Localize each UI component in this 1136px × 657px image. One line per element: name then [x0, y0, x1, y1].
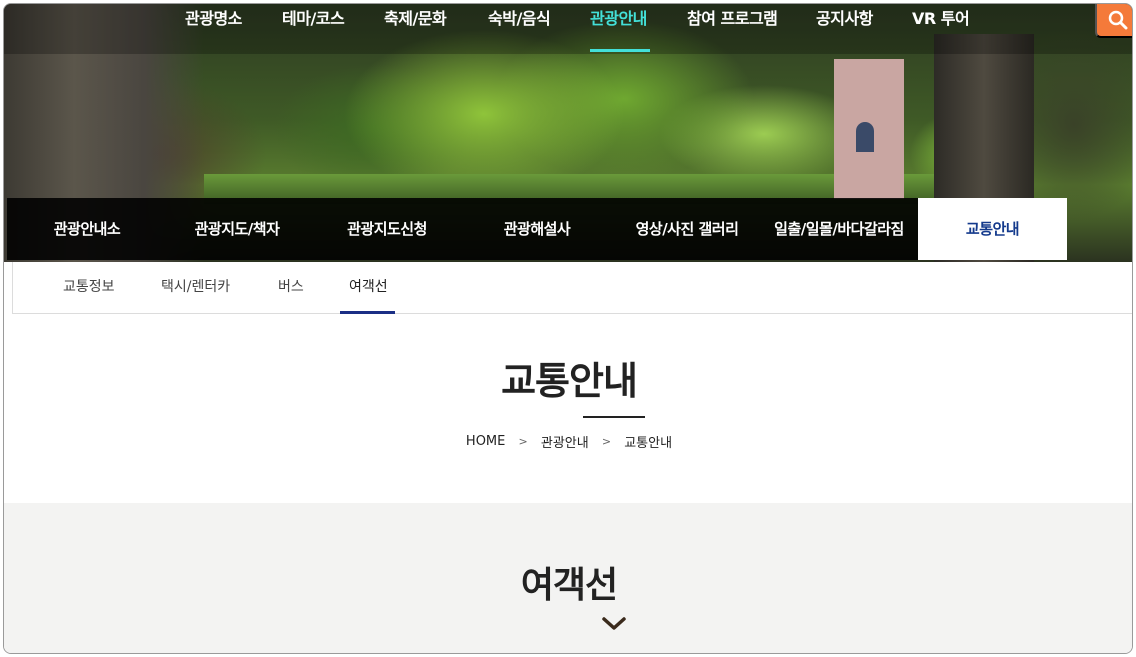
- sub-nav: 관광안내소 관광지도/책자 관광지도신청 관광해설사 영상/사진 갤러리 일출/…: [7, 198, 1067, 260]
- tab-ferry[interactable]: 여객선: [349, 262, 388, 314]
- title-divider: [583, 416, 645, 418]
- breadcrumb-tour-info[interactable]: 관광안내: [541, 432, 589, 451]
- global-nav: 관광명소 테마/코스 축제/문화 숙박/음식 관광안내 참여 프로그램 공지사항…: [4, 4, 1132, 54]
- lnb-item-sunrise[interactable]: 일출/일몰/바다갈라짐: [759, 198, 919, 260]
- tab-taxi-rental[interactable]: 택시/렌터카: [161, 262, 230, 314]
- chevron-down-icon[interactable]: [600, 615, 628, 633]
- hero-building-window: [856, 122, 874, 152]
- lnb-item-gallery[interactable]: 영상/사진 갤러리: [612, 198, 762, 260]
- lnb-item-maps[interactable]: 관광지도/책자: [162, 198, 312, 260]
- gnb-item-festivals[interactable]: 축제/문화: [384, 7, 447, 31]
- section-title: 여객선: [520, 565, 618, 606]
- gnb-item-tour-info[interactable]: 관광안내: [590, 7, 647, 31]
- page-title: 교통안내: [501, 359, 638, 403]
- gnb-active-indicator: [590, 49, 650, 52]
- lnb-item-guides[interactable]: 관광해설사: [462, 198, 612, 260]
- tab-bar: 교통정보 택시/렌터카 버스 여객선: [12, 262, 1132, 314]
- lnb-item-map-request[interactable]: 관광지도신청: [312, 198, 462, 260]
- tab-active-indicator: [340, 311, 395, 314]
- gnb-item-stay-food[interactable]: 숙박/음식: [488, 7, 551, 31]
- lnb-item-transport[interactable]: 교통안내: [918, 198, 1067, 260]
- breadcrumb: HOME > 관광안내 > 교통안내: [4, 432, 1132, 451]
- gnb-item-vr-tour[interactable]: VR 투어: [912, 7, 970, 31]
- breadcrumb-separator: >: [601, 435, 612, 448]
- gnb-item-themes[interactable]: 테마/코스: [282, 7, 345, 31]
- lnb-item-info-center[interactable]: 관광안내소: [7, 198, 167, 260]
- breadcrumb-separator: >: [518, 435, 528, 448]
- gnb-item-attractions[interactable]: 관광명소: [185, 7, 242, 31]
- page-frame: 관광명소 테마/코스 축제/문화 숙박/음식 관광안내 참여 프로그램 공지사항…: [3, 3, 1133, 654]
- gnb-item-programs[interactable]: 참여 프로그램: [687, 7, 778, 31]
- tab-traffic-info[interactable]: 교통정보: [63, 262, 115, 314]
- search-icon: [1108, 10, 1128, 30]
- search-button[interactable]: [1095, 4, 1132, 38]
- breadcrumb-home[interactable]: HOME: [466, 434, 505, 449]
- tab-bus[interactable]: 버스: [278, 262, 304, 314]
- breadcrumb-current: 교통안내: [624, 436, 673, 451]
- gnb-item-notices[interactable]: 공지사항: [816, 7, 873, 31]
